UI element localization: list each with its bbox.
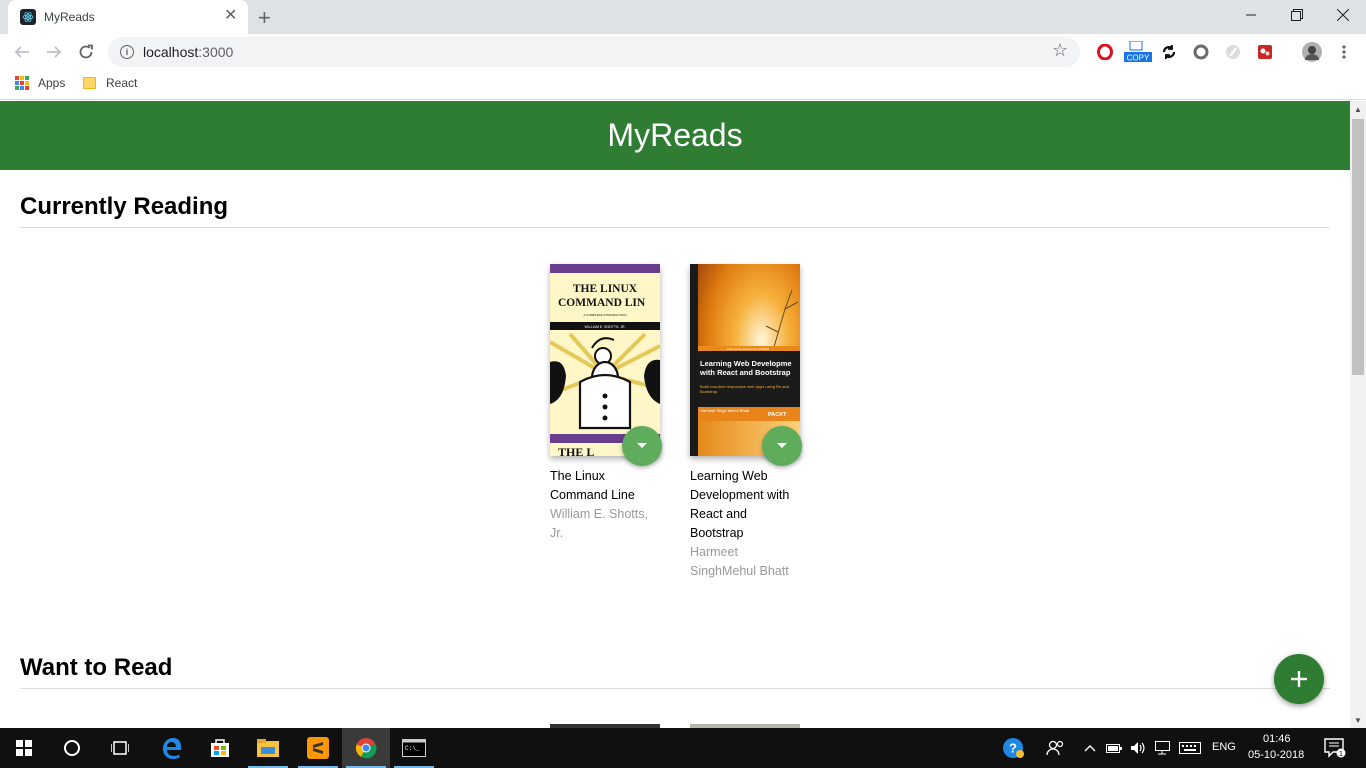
people-icon[interactable] (1040, 728, 1070, 768)
language-indicator[interactable]: ENG (1212, 741, 1236, 753)
book-authors: Harmeet SinghMehul Bhatt (690, 545, 789, 578)
minimize-icon[interactable] (1228, 0, 1274, 30)
windows-taskbar: C:\_ ? ENG 01:46 05-10-2018 1 (0, 728, 1366, 768)
tab-title: MyReads (44, 10, 95, 24)
chrome-menu-icon[interactable] (1334, 42, 1354, 62)
chrome-taskbar-icon[interactable] (342, 728, 390, 768)
svg-text:?: ? (1009, 741, 1017, 756)
circle-icon[interactable] (1191, 42, 1211, 62)
book-cover[interactable]: Community Experience Distilled Learning … (690, 264, 802, 466)
browser-tab[interactable]: MyReads ✕ (8, 0, 248, 34)
profile-avatar[interactable] (1302, 42, 1322, 62)
tray-chevron-up-icon[interactable] (1078, 728, 1102, 768)
svg-text:Community Experience Distilled: Community Experience Distilled (727, 347, 770, 351)
page-scrollbar[interactable]: ▲ ▼ (1350, 101, 1366, 728)
book-title: Learning Web Development with React and … (690, 469, 790, 540)
shelf-changer-button[interactable] (622, 426, 662, 466)
plus-icon (1291, 671, 1307, 687)
bookmarks-bar: Apps React (0, 70, 1366, 100)
url-text[interactable]: localhost:3000 (143, 44, 233, 60)
site-info-icon[interactable]: i (120, 45, 134, 59)
address-bar[interactable]: i localhost:3000 ☆ (108, 37, 1080, 67)
page-content: MyReads Currently Reading THE LINUX COMM… (0, 101, 1350, 728)
tab-close-icon[interactable]: ✕ (224, 8, 237, 24)
opera-icon[interactable] (1095, 42, 1115, 62)
svg-text:THE LINUX: THE LINUX (573, 283, 638, 295)
bookmark-star-icon[interactable]: ☆ (1052, 40, 1068, 61)
svg-text:1: 1 (1339, 751, 1343, 758)
new-tab-icon[interactable]: + (258, 5, 271, 31)
svg-text:WILLIAM E. SHOTTS, JR.: WILLIAM E. SHOTTS, JR. (584, 325, 625, 329)
apps-grid-icon (15, 76, 29, 90)
book-card: THE LINUX COMMAND LIN A COMPLETE INTRODU… (550, 264, 662, 543)
bookmark-label: React (106, 76, 138, 90)
shelf-changer-button[interactable] (762, 426, 802, 466)
network-icon[interactable] (1150, 728, 1174, 768)
shelf-title: Currently Reading (20, 193, 1330, 228)
browser-toolbar: i localhost:3000 ☆ COPY (0, 34, 1366, 70)
app-header: MyReads (0, 101, 1350, 170)
svg-text:PACKT: PACKT (768, 412, 787, 418)
shelf-title: Want to Read (20, 654, 1330, 689)
reload-icon[interactable] (74, 40, 98, 64)
bookshelf-want-to-read: Want to Read (20, 654, 1330, 689)
app-title: MyReads (607, 117, 743, 153)
caret-down-icon (637, 443, 647, 448)
scroll-thumb[interactable] (1352, 119, 1364, 375)
svg-text:COMMAND LIN: COMMAND LIN (558, 297, 646, 309)
clock-date[interactable]: 05-10-2018 (1248, 749, 1304, 761)
folder-icon (83, 77, 96, 89)
task-view-icon[interactable] (96, 728, 144, 768)
bookmark-label: Apps (38, 76, 66, 90)
windows-start-icon[interactable] (0, 728, 48, 768)
copy-icon[interactable]: COPY (1124, 41, 1152, 63)
svg-text:C:\_: C:\_ (405, 745, 420, 752)
book-title: The Linux Command Line (550, 469, 635, 502)
clock-time[interactable]: 01:46 (1263, 733, 1291, 745)
help-icon[interactable]: ? (998, 728, 1028, 768)
browser-tab-strip: MyReads ✕ + (0, 0, 1366, 34)
caret-down-icon (777, 443, 787, 448)
book-authors: William E. Shotts, Jr. (550, 507, 648, 540)
edge-icon[interactable] (148, 728, 196, 768)
cortana-icon[interactable] (48, 728, 96, 768)
terminal-icon[interactable]: C:\_ (390, 728, 438, 768)
add-book-button[interactable] (1274, 654, 1324, 704)
battery-icon[interactable] (1102, 728, 1126, 768)
restore-icon[interactable] (1274, 0, 1320, 30)
keyboard-icon[interactable] (1176, 728, 1204, 768)
book-card: Community Experience Distilled Learning … (690, 264, 802, 581)
volume-icon[interactable] (1126, 728, 1150, 768)
book-cover[interactable]: THE LINUX COMMAND LIN A COMPLETE INTRODU… (550, 264, 662, 466)
svg-text:A COMPLETE INTRODUCTION: A COMPLETE INTRODUCTION (583, 313, 626, 317)
bookmark-react[interactable]: React (83, 76, 137, 90)
forward-arrow-icon[interactable] (42, 40, 66, 64)
store-icon[interactable] (196, 728, 244, 768)
svg-text:COPY: COPY (1127, 54, 1150, 63)
sublime-text-icon[interactable] (294, 728, 342, 768)
puzzle-icon[interactable] (1255, 42, 1275, 62)
scroll-down-icon[interactable]: ▼ (1350, 712, 1366, 728)
sync-icon[interactable] (1159, 42, 1179, 62)
bookmark-apps[interactable]: Apps (15, 76, 65, 90)
back-arrow-icon[interactable] (10, 40, 34, 64)
notification-center-icon[interactable]: 1 (1318, 728, 1352, 768)
bookshelf-currently-reading: Currently Reading (20, 193, 1330, 228)
scroll-up-icon[interactable]: ▲ (1350, 101, 1366, 117)
feather-icon[interactable] (1223, 42, 1243, 62)
react-favicon-icon (20, 9, 36, 25)
svg-text:THE L: THE L (558, 445, 594, 456)
file-explorer-icon[interactable] (244, 728, 292, 768)
close-window-icon[interactable] (1320, 0, 1366, 30)
